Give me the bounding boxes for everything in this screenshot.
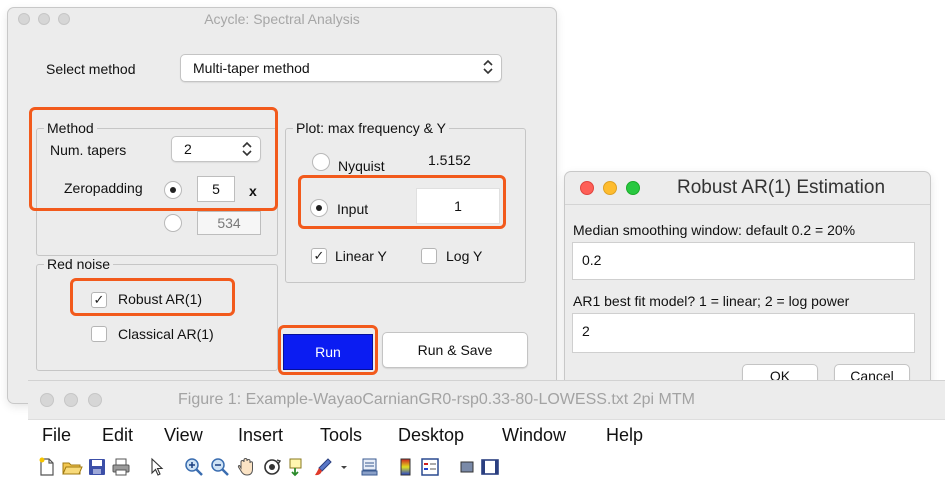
alt-radio[interactable] [164, 214, 182, 232]
run-and-save-button[interactable]: Run & Save [382, 332, 528, 368]
red-noise-group-title: Red noise [44, 256, 114, 272]
robust-ar1-highlight [70, 278, 235, 316]
new-figure-icon[interactable] [36, 456, 58, 478]
log-y-label: Log Y [446, 248, 483, 264]
close-dot-icon[interactable] [18, 13, 30, 25]
minimize-dot-icon[interactable] [64, 393, 78, 407]
classical-ar1-checkbox[interactable] [91, 326, 107, 342]
data-cursor-icon[interactable] [286, 456, 308, 478]
linear-y-checkbox[interactable]: ✓ [311, 248, 327, 264]
linear-y-label: Linear Y [335, 248, 387, 264]
method-select[interactable]: Multi-taper method [180, 54, 502, 82]
zoom-out-icon[interactable] [209, 456, 231, 478]
minimize-dot-icon[interactable] [603, 181, 617, 195]
menu-view[interactable]: View [164, 425, 203, 446]
dialog-title: Robust AR(1) Estimation [677, 177, 886, 198]
model-input[interactable]: 2 [572, 313, 915, 353]
updown-chevron-icon [483, 59, 493, 75]
classical-ar1-label: Classical AR(1) [118, 326, 214, 342]
robust-ar1-dialog: Robust AR(1) Estimation Median smoothing… [565, 172, 930, 392]
menu-window[interactable]: Window [502, 425, 566, 446]
figure-window: Figure 1: Example-WayaoCarnianGR0-rsp0.3… [28, 380, 945, 487]
plot-group-title: Plot: max frequency & Y [293, 120, 449, 136]
alt-value-input[interactable]: 534 [197, 211, 261, 235]
hide-plot-tools-icon[interactable] [456, 456, 478, 478]
dialog-title-divider [565, 204, 930, 205]
menu-file[interactable]: File [42, 425, 71, 446]
menu-edit[interactable]: Edit [102, 425, 133, 446]
dropdown-arrow-icon[interactable] [333, 456, 355, 478]
input-highlight [298, 175, 506, 229]
select-method-label: Select method [46, 61, 136, 77]
figure-titlebar: Figure 1: Example-WayaoCarnianGR0-rsp0.3… [28, 381, 945, 420]
close-dot-icon[interactable] [40, 393, 54, 407]
colorbar-icon[interactable] [395, 456, 417, 478]
zoom-dot-icon[interactable] [626, 181, 640, 195]
zoom-dot-icon[interactable] [88, 393, 102, 407]
zoom-in-icon[interactable] [183, 456, 205, 478]
method-highlight [29, 107, 278, 211]
brush-icon[interactable] [312, 456, 334, 478]
log-y-checkbox[interactable] [421, 248, 437, 264]
nyquist-value: 1.5152 [428, 152, 471, 168]
close-dot-icon[interactable] [580, 181, 594, 195]
menu-help[interactable]: Help [606, 425, 643, 446]
rotate-3d-icon[interactable] [261, 456, 283, 478]
spectral-analysis-window: Acycle: Spectral Analysis Select method … [8, 8, 556, 403]
pointer-icon[interactable] [146, 456, 168, 478]
nyquist-radio[interactable] [312, 153, 330, 171]
smoothing-window-input[interactable]: 0.2 [572, 242, 915, 280]
link-plot-icon[interactable] [359, 456, 381, 478]
menu-insert[interactable]: Insert [238, 425, 283, 446]
window-titlebar: Acycle: Spectral Analysis [8, 8, 556, 30]
figure-title: Figure 1: Example-WayaoCarnianGR0-rsp0.3… [178, 391, 695, 408]
open-folder-icon[interactable] [61, 456, 83, 478]
legend-icon[interactable] [419, 456, 441, 478]
menu-desktop[interactable]: Desktop [398, 425, 464, 446]
nyquist-label: Nyquist [338, 158, 385, 174]
zoom-dot-icon[interactable] [58, 13, 70, 25]
run-highlight [278, 325, 378, 375]
minimize-dot-icon[interactable] [38, 13, 50, 25]
pan-hand-icon[interactable] [235, 456, 257, 478]
model-prompt: AR1 best fit model? 1 = linear; 2 = log … [573, 293, 850, 309]
show-plot-tools-icon[interactable] [479, 456, 501, 478]
method-select-value: Multi-taper method [193, 60, 310, 76]
print-icon[interactable] [110, 456, 132, 478]
menu-tools[interactable]: Tools [320, 425, 362, 446]
smoothing-prompt: Median smoothing window: default 0.2 = 2… [573, 222, 856, 238]
save-icon[interactable] [86, 456, 108, 478]
window-title: Acycle: Spectral Analysis [204, 11, 360, 27]
